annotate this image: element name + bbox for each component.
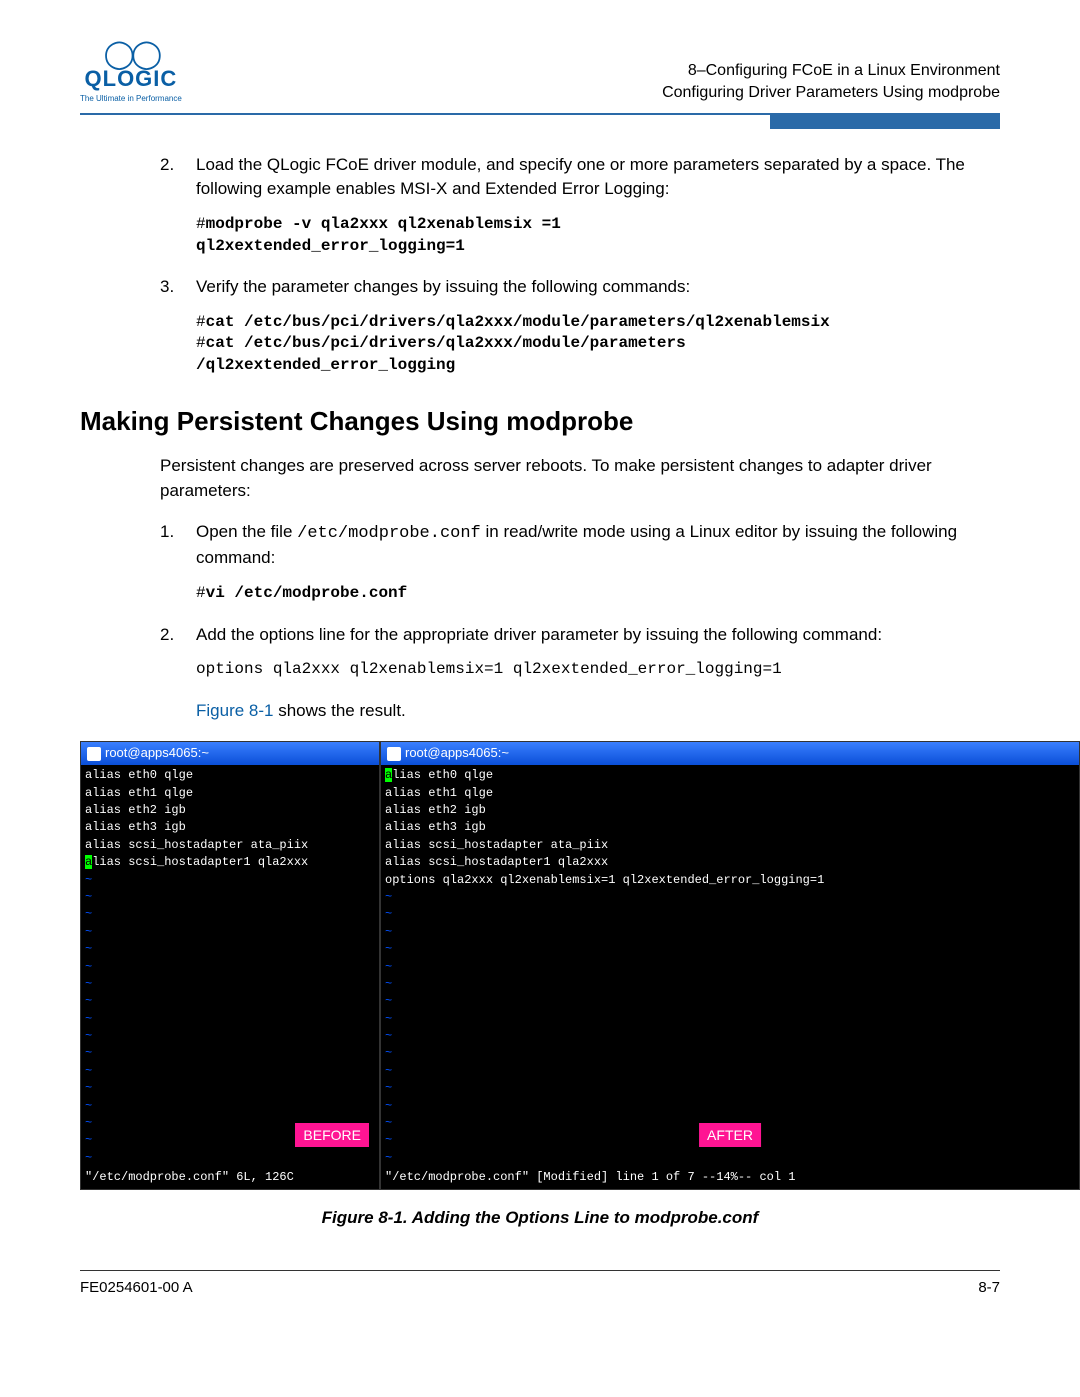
after-label: AFTER: [699, 1123, 761, 1147]
step-number: 2.: [160, 153, 196, 202]
terminal-body: alias eth0 qlge alias eth1 qlge alias et…: [81, 765, 379, 1169]
step-text: Add the options line for the appropriate…: [196, 623, 1000, 648]
page-footer: FE0254601-00 A 8-7: [80, 1279, 1000, 1306]
footer-rule: [80, 1270, 1000, 1271]
footer-doc-id: FE0254601-00 A: [80, 1279, 193, 1296]
terminal-status: "/etc/modprobe.conf" 6L, 126C: [81, 1169, 379, 1188]
terminal-body: alias eth0 qlge alias eth1 qlge alias et…: [381, 765, 1079, 1169]
section-intro: Persistent changes are preserved across …: [160, 454, 1000, 503]
step-number: 3.: [160, 275, 196, 300]
page-header: ◯◯ QLOGIC The Ultimate in Performance 8–…: [80, 40, 1000, 105]
step-3: 3. Verify the parameter changes by issui…: [160, 275, 1000, 300]
footer-page-num: 8-7: [978, 1279, 1000, 1296]
code-block-cat: #cat /etc/bus/pci/drivers/qla2xxx/module…: [196, 312, 1000, 377]
logo-brand: QLOGIC: [85, 66, 178, 92]
figure-terminals: root@apps4065:~ alias eth0 qlge alias et…: [80, 741, 1080, 1189]
inline-path: /etc/modprobe.conf: [297, 524, 481, 543]
terminal-status: "/etc/modprobe.conf" [Modified] line 1 o…: [381, 1169, 1079, 1188]
step-b1: 1. Open the file /etc/modprobe.conf in r…: [160, 520, 1000, 571]
header-line-2: Configuring Driver Parameters Using modp…: [662, 82, 1000, 104]
figure-ref-link[interactable]: Figure 8-1: [196, 701, 273, 720]
terminal-titlebar: root@apps4065:~: [81, 742, 379, 765]
step-text: Verify the parameter changes by issuing …: [196, 275, 1000, 300]
step-2: 2. Load the QLogic FCoE driver module, a…: [160, 153, 1000, 202]
terminal-before: root@apps4065:~ alias eth0 qlge alias et…: [80, 741, 380, 1189]
page-tab-marker: [770, 115, 1000, 129]
header-titles: 8–Configuring FCoE in a Linux Environmen…: [662, 40, 1000, 105]
before-label: BEFORE: [295, 1123, 369, 1147]
step-text: Load the QLogic FCoE driver module, and …: [196, 153, 1000, 202]
terminal-icon: [87, 747, 101, 761]
step-number: 1.: [160, 520, 196, 571]
header-line-1: 8–Configuring FCoE in a Linux Environmen…: [662, 60, 1000, 82]
logo: ◯◯ QLOGIC The Ultimate in Performance: [80, 40, 182, 103]
logo-tagline: The Ultimate in Performance: [80, 94, 182, 103]
code-block-options: options qla2xxx ql2xenablemsix=1 ql2xext…: [196, 659, 1000, 681]
code-block-vi: #vi /etc/modprobe.conf: [196, 583, 1000, 605]
section-heading: Making Persistent Changes Using modprobe: [80, 403, 1000, 441]
terminal-after: root@apps4065:~ alias eth0 qlge alias et…: [380, 741, 1080, 1189]
figure-caption: Figure 8-1. Adding the Options Line to m…: [80, 1206, 1000, 1231]
code-block-modprobe: #modprobe -v qla2xxx ql2xenablemsix =1 q…: [196, 214, 1000, 257]
figure-reference-line: Figure 8-1 shows the result.: [160, 699, 1000, 724]
step-text: Open the file /etc/modprobe.conf in read…: [196, 520, 1000, 571]
terminal-titlebar: root@apps4065:~: [381, 742, 1079, 765]
step-number: 2.: [160, 623, 196, 648]
step-b2: 2. Add the options line for the appropri…: [160, 623, 1000, 648]
terminal-icon: [387, 747, 401, 761]
logo-icon: ◯◯: [104, 40, 159, 68]
